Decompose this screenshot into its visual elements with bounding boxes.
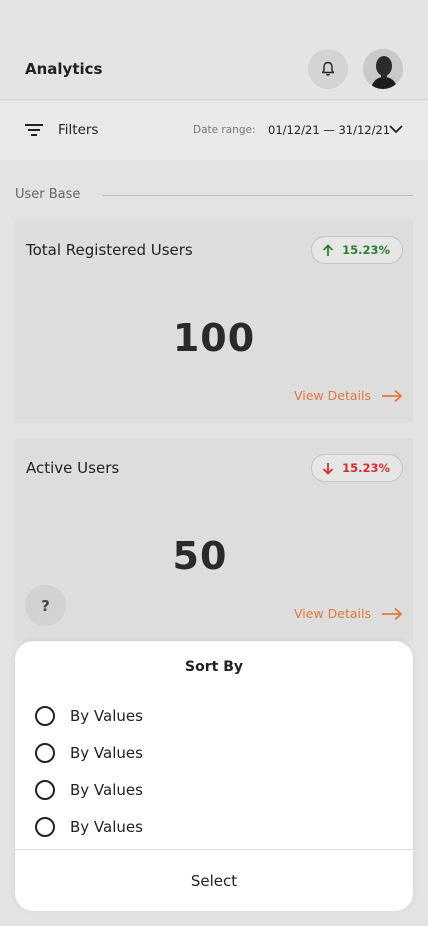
help-button[interactable]: ? [25,585,66,626]
arrow-down-icon [322,462,334,475]
radio-button[interactable] [35,817,55,837]
section-label: User Base [15,187,81,202]
change-value: 15.23% [342,461,390,475]
sort-option-label: By Values [70,818,143,836]
notifications-button[interactable] [308,49,348,89]
arrow-right-icon [382,607,403,620]
date-range-value[interactable]: 01/12/21 — 31/12/21 [268,123,390,137]
radio-button[interactable] [35,780,55,800]
sort-option-1[interactable]: By Values [35,704,143,728]
stat-value: 50 [172,534,228,578]
section-divider [102,195,413,196]
radio-button[interactable] [35,743,55,763]
filter-icon[interactable] [25,123,43,137]
arrow-up-icon [322,243,334,256]
radio-button[interactable] [35,706,55,726]
user-avatar-icon [363,49,403,89]
sort-by-sheet: Sort By By Values By Values By Values By… [15,641,413,911]
date-range-label: Date range: [193,124,256,136]
filters-button[interactable]: Filters [58,122,98,138]
select-button[interactable]: Select [15,850,413,911]
stat-value: 100 [172,316,256,360]
chevron-down-icon[interactable] [389,125,403,134]
sort-option-4[interactable]: By Values [35,815,143,839]
stat-card-total-registered: Total Registered Users 15.23% 100 View D… [15,220,413,423]
bell-icon [321,61,335,76]
sheet-title: Sort By [185,659,243,675]
view-details-label: View Details [294,606,371,621]
sort-option-label: By Values [70,707,143,725]
card-title: Active Users [26,459,120,477]
app-header: Analytics [0,0,428,100]
arrow-right-icon [382,389,403,402]
avatar[interactable] [363,49,403,89]
sort-option-3[interactable]: By Values [35,778,143,802]
change-value: 15.23% [342,243,390,257]
stat-card-active-users: Active Users 15.23% 50 ? View Details [15,438,413,641]
view-details-link[interactable]: View Details [294,606,403,621]
view-details-label: View Details [294,388,371,403]
sort-option-label: By Values [70,781,143,799]
filter-bar: Filters Date range: 01/12/21 — 31/12/21 [0,101,428,160]
sort-option-2[interactable]: By Values [35,741,143,765]
change-badge: 15.23% [311,454,403,482]
page-title: Analytics [25,60,103,78]
change-badge: 15.23% [311,236,403,264]
card-title: Total Registered Users [26,241,193,259]
view-details-link[interactable]: View Details [294,388,403,403]
sort-option-label: By Values [70,744,143,762]
